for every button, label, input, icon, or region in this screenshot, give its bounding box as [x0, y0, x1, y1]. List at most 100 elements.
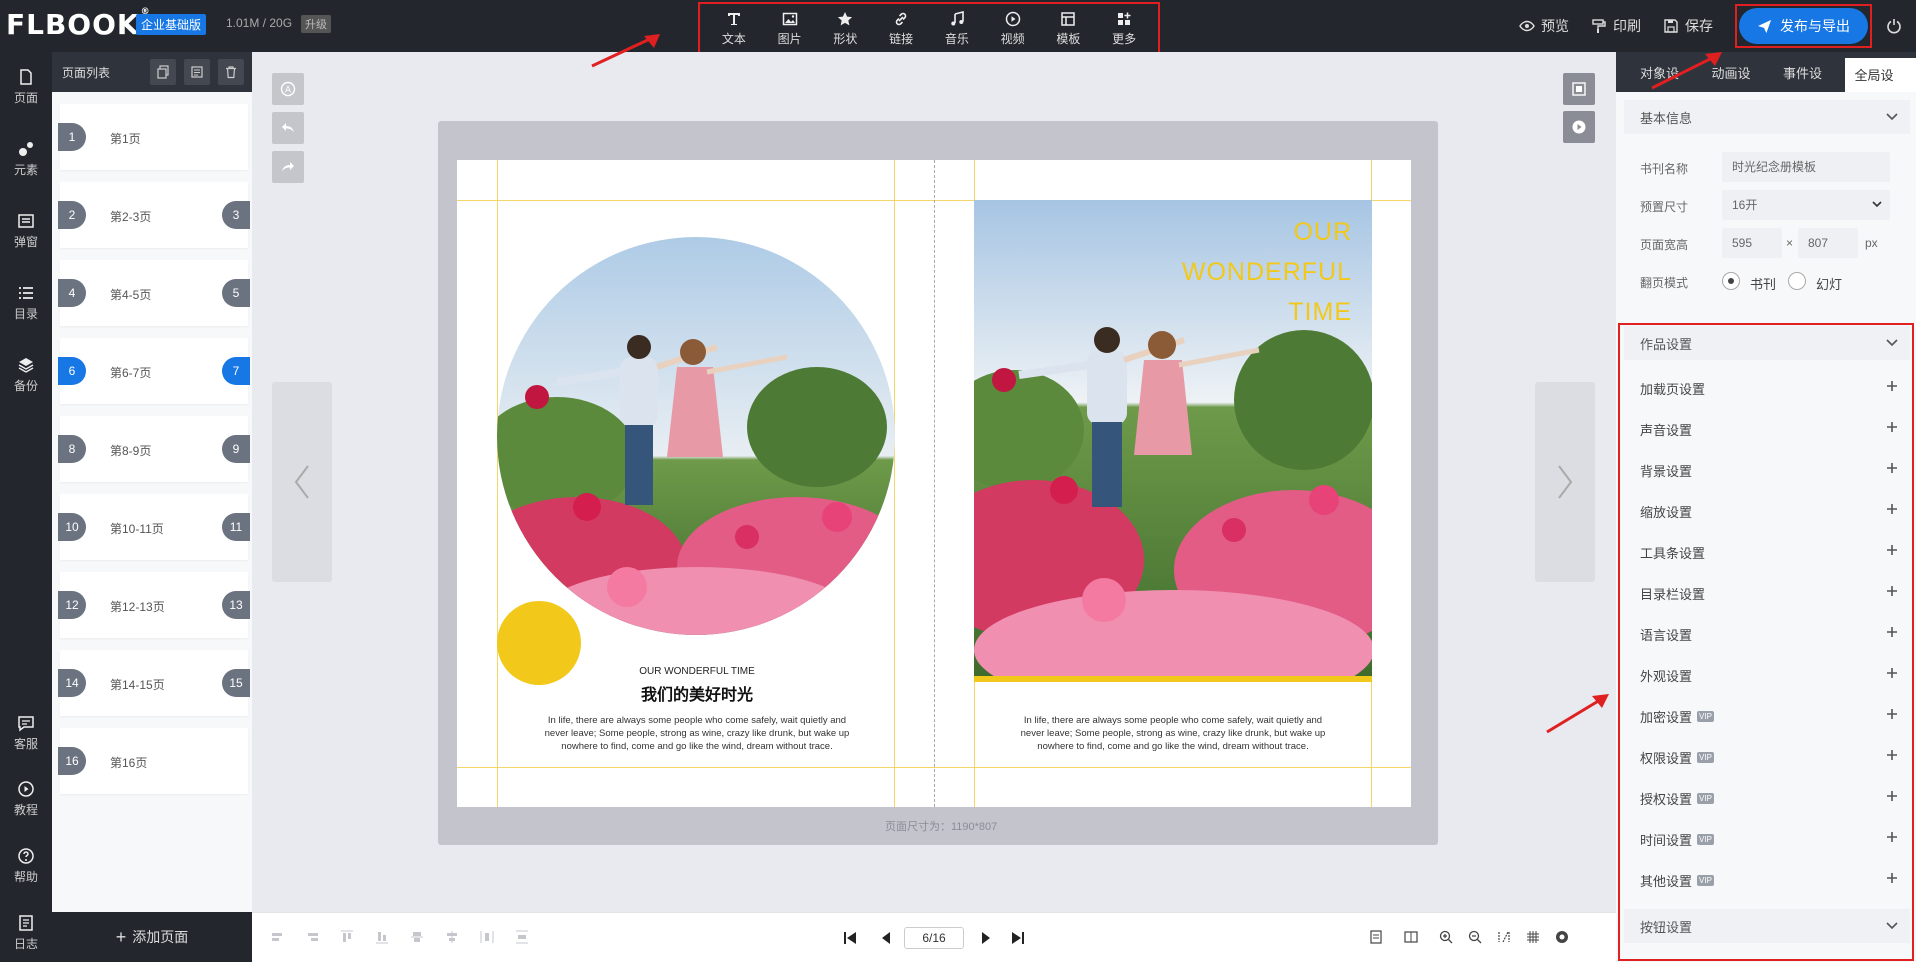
flbook-logo[interactable]: FLBOOK®: [6, 7, 150, 41]
page-list-label: 第8-9页: [110, 444, 152, 458]
flip-mode-label: 翻页模式: [1640, 276, 1689, 290]
page-list-item[interactable]: 12 第12-13页 13: [58, 572, 250, 638]
yellow-circle[interactable]: [497, 601, 581, 685]
zoom-in-icon[interactable]: [1439, 930, 1453, 944]
tab-global-settings[interactable]: 全局设置: [1844, 58, 1916, 119]
svg-text:A: A: [285, 86, 292, 96]
nav-backup[interactable]: 备份: [0, 356, 52, 394]
first-page-icon[interactable]: [842, 930, 858, 946]
nav-catalog[interactable]: 目录: [0, 284, 52, 322]
nav-element[interactable]: 元素: [0, 140, 52, 178]
settings-icon[interactable]: [1555, 930, 1569, 944]
page-list-title: 页面列表: [62, 65, 111, 80]
next-page-icon[interactable]: [978, 930, 994, 946]
page-height-input[interactable]: 807: [1798, 228, 1858, 258]
page-list-item[interactable]: 16 第16页: [58, 728, 248, 794]
page-list-label: 第12-13页: [110, 600, 165, 614]
align-center-icon[interactable]: [445, 930, 459, 944]
page-list-label: 第16页: [110, 756, 148, 770]
catalog-icon: [19, 287, 33, 299]
next-page-arrow[interactable]: [1535, 382, 1595, 582]
tool-image[interactable]: 图片: [778, 11, 802, 47]
nav-popup[interactable]: 弹窗: [0, 212, 52, 250]
duplicate-page-button[interactable]: [184, 59, 210, 85]
music-icon: [951, 11, 964, 26]
tool-link[interactable]: 链接: [889, 11, 913, 47]
publish-export-button[interactable]: 发布与导出: [1739, 8, 1868, 44]
play-icon: [1572, 120, 1586, 134]
circular-couple-photo[interactable]: [497, 237, 895, 635]
nav-tutorial[interactable]: 教程: [0, 780, 52, 818]
prev-page-arrow[interactable]: [272, 382, 332, 582]
add-page-button[interactable]: + 添加页面: [52, 912, 252, 962]
book-name-input[interactable]: 时光纪念册模板: [1722, 152, 1890, 182]
nav-page[interactable]: 页面: [0, 68, 52, 106]
page-list-item[interactable]: 1 第1页: [58, 104, 248, 170]
tool-music[interactable]: 音乐: [945, 11, 969, 47]
prev-page-icon[interactable]: [878, 930, 894, 946]
cover-title[interactable]: OUR WONDERFUL TIME: [1150, 212, 1352, 332]
tool-more[interactable]: 更多: [1112, 11, 1136, 47]
page-list-item[interactable]: 8 第8-9页 9: [58, 416, 250, 482]
distribute-h-icon[interactable]: [480, 930, 494, 944]
align-bottom-icon[interactable]: [375, 930, 389, 944]
ai-button[interactable]: A: [272, 73, 304, 105]
tool-text[interactable]: 文本: [722, 11, 746, 47]
preset-size-select[interactable]: 16开: [1722, 190, 1890, 220]
print-button[interactable]: 印刷: [1591, 16, 1641, 36]
tool-template[interactable]: 模板: [1056, 11, 1080, 47]
page-list-item[interactable]: 14 第14-15页 15: [58, 650, 250, 716]
nav-log[interactable]: 日志: [0, 914, 52, 952]
play-button[interactable]: [1563, 111, 1595, 143]
page-list-item[interactable]: 6 第6-7页 7: [58, 338, 250, 404]
redo-button[interactable]: [272, 151, 304, 183]
page-number-badge: 7: [222, 357, 250, 385]
page-list-item[interactable]: 2 第2-3页 3: [58, 182, 250, 248]
page-list-label: 第2-3页: [110, 210, 152, 224]
distribute-v-icon[interactable]: [515, 930, 529, 944]
popup-icon: [18, 214, 34, 228]
mode-book-radio[interactable]: [1722, 272, 1740, 290]
upgrade-button[interactable]: 升级: [301, 15, 331, 33]
left-nav: 页面 元素 弹窗 目录 备份 客服 教程 帮助 日志: [0, 52, 52, 962]
mode-slide-label: 幻灯: [1816, 277, 1843, 292]
ai-icon: A: [280, 81, 296, 97]
basic-info-header[interactable]: 基本信息: [1624, 100, 1910, 134]
mode-slide-radio[interactable]: [1788, 272, 1806, 290]
undo-button[interactable]: [272, 112, 304, 144]
double-page-icon[interactable]: [1404, 930, 1418, 944]
page-list-item[interactable]: 10 第10-11页 11: [58, 494, 250, 560]
header-actions: 预览 印刷 保存 发布与导出: [1519, 0, 1916, 52]
page-preview-button[interactable]: [1563, 73, 1595, 105]
grid-icon[interactable]: [1526, 930, 1540, 944]
last-page-icon[interactable]: [1010, 930, 1026, 946]
page-number-input[interactable]: 6/16: [904, 927, 964, 949]
nav-help[interactable]: 帮助: [0, 847, 52, 885]
tab-event-settings[interactable]: 事件设置: [1773, 52, 1845, 125]
nav-service[interactable]: 客服: [0, 714, 52, 752]
align-right-icon[interactable]: [305, 930, 319, 944]
zoom-out-icon[interactable]: [1468, 930, 1482, 944]
page-list-label: 第1页: [110, 132, 141, 146]
align-top-icon[interactable]: [340, 930, 354, 944]
page-list-label: 第14-15页: [110, 678, 165, 692]
delete-page-button[interactable]: [218, 59, 244, 85]
copy-page-button[interactable]: [150, 59, 176, 85]
left-small-caption[interactable]: OUR WONDERFUL TIME: [597, 666, 797, 677]
tool-video[interactable]: 视频: [1001, 11, 1025, 47]
page-list-item[interactable]: 4 第4-5页 5: [58, 260, 250, 326]
preview-button[interactable]: 预览: [1519, 16, 1569, 36]
power-icon[interactable]: [1886, 18, 1902, 34]
page-number-badge: 15: [222, 669, 250, 697]
save-button[interactable]: 保存: [1663, 16, 1713, 36]
page-width-input[interactable]: 595: [1722, 228, 1782, 258]
chevron-down-icon: [1872, 201, 1882, 208]
single-page-icon[interactable]: [1369, 930, 1383, 944]
align-middle-icon[interactable]: [410, 930, 424, 944]
left-title[interactable]: 我们的美好时光: [597, 681, 797, 705]
ruler-icon[interactable]: [1497, 930, 1511, 944]
left-paragraph[interactable]: In life, there are always some people wh…: [540, 714, 854, 753]
align-left-icon[interactable]: [271, 930, 285, 944]
tool-shape[interactable]: 形状: [833, 11, 857, 47]
right-paragraph[interactable]: In life, there are always some people wh…: [1016, 714, 1330, 753]
